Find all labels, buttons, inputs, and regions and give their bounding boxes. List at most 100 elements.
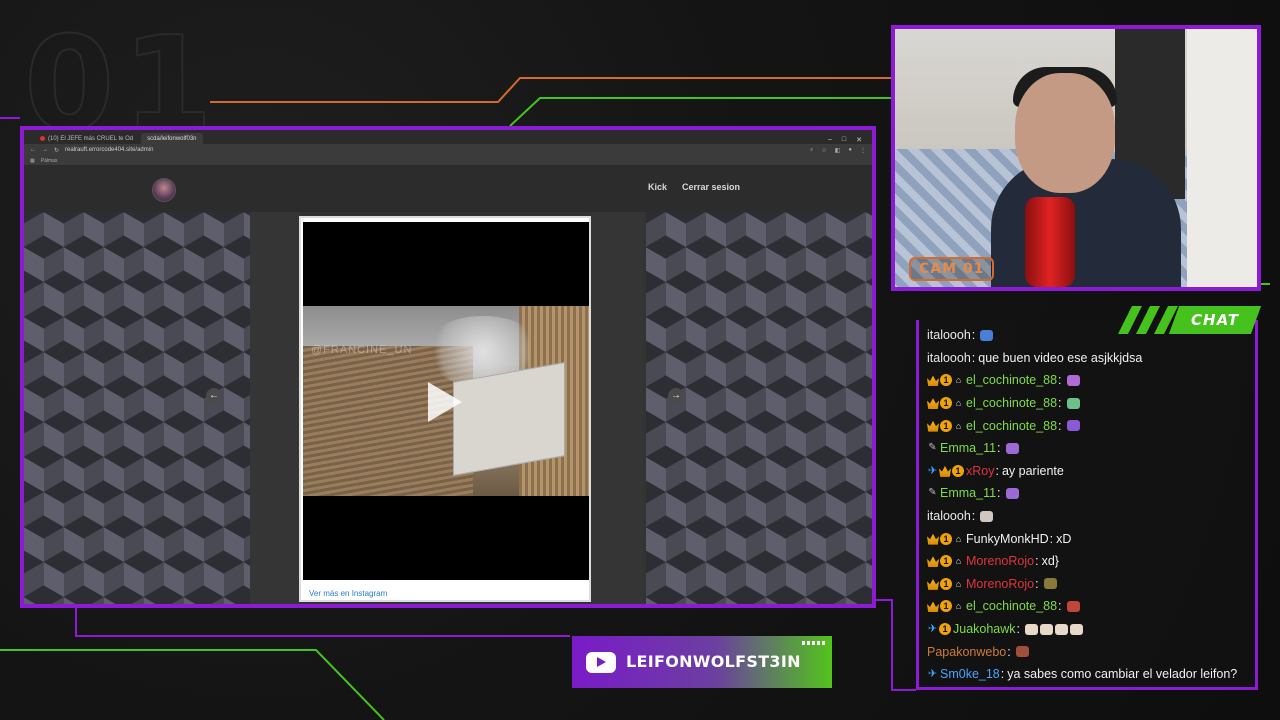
chat-username[interactable]: xRoy <box>966 464 994 478</box>
chat-text: xD <box>1056 531 1072 546</box>
tier-one-icon: 1 <box>940 532 952 545</box>
stream-overlay: { "overlay": { "bg_number": "01", "accen… <box>0 0 1280 720</box>
chat-separator: : <box>995 463 999 478</box>
arrow-right-icon: → <box>671 390 681 401</box>
carousel-next-button[interactable]: → <box>668 388 684 404</box>
menu-icon[interactable]: ⋮ <box>860 147 866 154</box>
chat-username[interactable]: Juakohawk <box>953 622 1016 636</box>
forward-icon[interactable]: → <box>42 147 48 153</box>
chat-separator: : <box>1035 554 1039 569</box>
chat-username[interactable]: Papakonwebo <box>927 645 1006 659</box>
chat-separator: : <box>971 509 976 524</box>
youtube-channel-name: LEIFONWOLFST3IN <box>626 652 801 671</box>
tab-label: scda/leifonwolf03n <box>147 135 197 142</box>
camera-badge-icon: ⌂ <box>955 398 962 409</box>
tier-one-icon: 1 <box>940 374 952 387</box>
webcam-head <box>1015 73 1115 193</box>
camera-badge-icon: ⌂ <box>955 601 962 612</box>
play-icon[interactable] <box>428 382 462 422</box>
camera-badge-icon: ⌂ <box>955 375 962 386</box>
tool-icon: ✎ <box>928 487 937 499</box>
reload-icon[interactable]: ↻ <box>54 147 59 154</box>
chat-message: Papakonwebo: <box>927 640 1251 663</box>
tool-icon: ✎ <box>928 442 937 454</box>
youtube-favicon-icon <box>40 136 45 141</box>
nav-link-kick[interactable]: Kick <box>648 182 667 192</box>
website: Kick Cerrar sesion ← → @FRANCINE_UN Ver … <box>24 166 872 604</box>
sword-icon: ✈ <box>927 623 938 636</box>
chat-username[interactable]: italoooh <box>927 328 971 342</box>
apps-icon[interactable]: ▦ <box>30 158 35 164</box>
emote-icon <box>1066 420 1080 432</box>
chat-separator: : <box>1035 576 1039 591</box>
instagram-link[interactable]: Ver más en Instagram <box>309 589 387 598</box>
crown-icon <box>927 398 939 410</box>
webcam-feed: CAM 01 <box>891 25 1261 291</box>
carousel-gutter-right <box>591 212 643 604</box>
camera-label: CAM 01 <box>909 257 995 281</box>
chat-username[interactable]: Sm0ke_18 <box>940 667 1000 681</box>
chat-separator: : <box>971 328 976 343</box>
chat-separator: : <box>971 350 976 365</box>
bookmark-item[interactable]: Pálmas <box>41 158 58 164</box>
carousel-prev-button[interactable]: ← <box>206 388 222 404</box>
tab-0[interactable]: (10) El JEFE más CRUEL te Od <box>34 133 139 144</box>
chat-separator: : <box>1058 599 1062 614</box>
site-navbar: Kick Cerrar sesion <box>24 166 872 212</box>
user-badges: ✎ <box>927 487 938 499</box>
window-controls: – □ ✕ <box>828 136 872 144</box>
close-icon[interactable]: ✕ <box>856 136 862 144</box>
chat-username[interactable]: el_cochinote_88 <box>966 396 1057 410</box>
chat-username[interactable]: italoooh <box>927 351 971 365</box>
emote-icon <box>1040 623 1054 635</box>
chat-header: CHAT <box>1112 306 1262 334</box>
site-logo[interactable] <box>152 178 176 202</box>
user-badges: ✈ 1 <box>927 623 951 636</box>
chat-username[interactable]: italoooh <box>927 509 971 523</box>
nav-link-logout[interactable]: Cerrar sesion <box>682 182 740 192</box>
user-badges: ✎ <box>927 442 938 454</box>
chat-username[interactable]: el_cochinote_88 <box>966 419 1057 433</box>
chat-message: 1 ⌂ MorenoRojo: <box>927 573 1251 596</box>
minimize-icon[interactable]: – <box>828 136 832 144</box>
chat-username[interactable]: Emma_11 <box>940 441 996 455</box>
chat-username[interactable]: Emma_11 <box>940 486 996 500</box>
chat-username[interactable]: MorenoRojo <box>966 554 1034 568</box>
profile-icon[interactable]: ● <box>848 147 852 154</box>
maximize-icon[interactable]: □ <box>842 136 846 144</box>
chat-panel: italoooh: italoooh: que buen video ese asj… <box>916 320 1258 690</box>
user-badges: ✈ 1 <box>927 464 964 477</box>
url-field[interactable]: realrauft.errorcode404.site/admin <box>65 147 153 153</box>
chat-message: 1 ⌂ el_cochinote_88: <box>927 595 1251 618</box>
chat-separator: : <box>1058 396 1062 411</box>
chat-username[interactable]: FunkyMonkHD <box>966 532 1049 546</box>
tier-one-icon: 1 <box>940 555 952 568</box>
chat-message: 1 ⌂ el_cochinote_88: <box>927 369 1251 392</box>
chat-username[interactable]: el_cochinote_88 <box>966 373 1057 387</box>
chat-separator: : <box>997 441 1001 456</box>
chat-username[interactable]: el_cochinote_88 <box>966 599 1057 613</box>
chat-message: 1 ⌂ MorenoRojo: xd} <box>927 550 1251 573</box>
crown-icon <box>927 556 939 568</box>
crown-icon <box>939 466 951 477</box>
tier-one-icon: 1 <box>940 577 952 590</box>
back-icon[interactable]: ← <box>30 147 36 153</box>
star-icon[interactable]: ☆ <box>821 147 826 154</box>
chat-separator: : <box>1058 418 1062 433</box>
toolbar-icons: ⌕ ☆ ◧ ● ⋮ <box>810 147 866 154</box>
video-player[interactable]: @FRANCINE_UN <box>303 222 589 580</box>
crown-icon <box>927 601 939 613</box>
tier-one-icon: 1 <box>940 397 952 410</box>
chat-message: ✈ 1 Juakohawk: <box>927 618 1251 641</box>
emote-icon <box>1005 442 1019 454</box>
chat-username[interactable]: MorenoRojo <box>966 577 1034 591</box>
chat-message: ✈ 1 xRoy: ay pariente <box>927 460 1251 483</box>
tier-one-icon: 1 <box>940 419 952 432</box>
tab-1[interactable]: scda/leifonwolf03n <box>141 133 203 144</box>
extensions-icon[interactable]: ◧ <box>835 147 841 154</box>
emote-icon <box>1005 487 1019 499</box>
zoom-icon[interactable]: ⌕ <box>810 147 813 154</box>
tier-one-icon: 1 <box>952 464 964 477</box>
crown-icon <box>927 420 939 432</box>
youtube-icon <box>586 652 616 673</box>
